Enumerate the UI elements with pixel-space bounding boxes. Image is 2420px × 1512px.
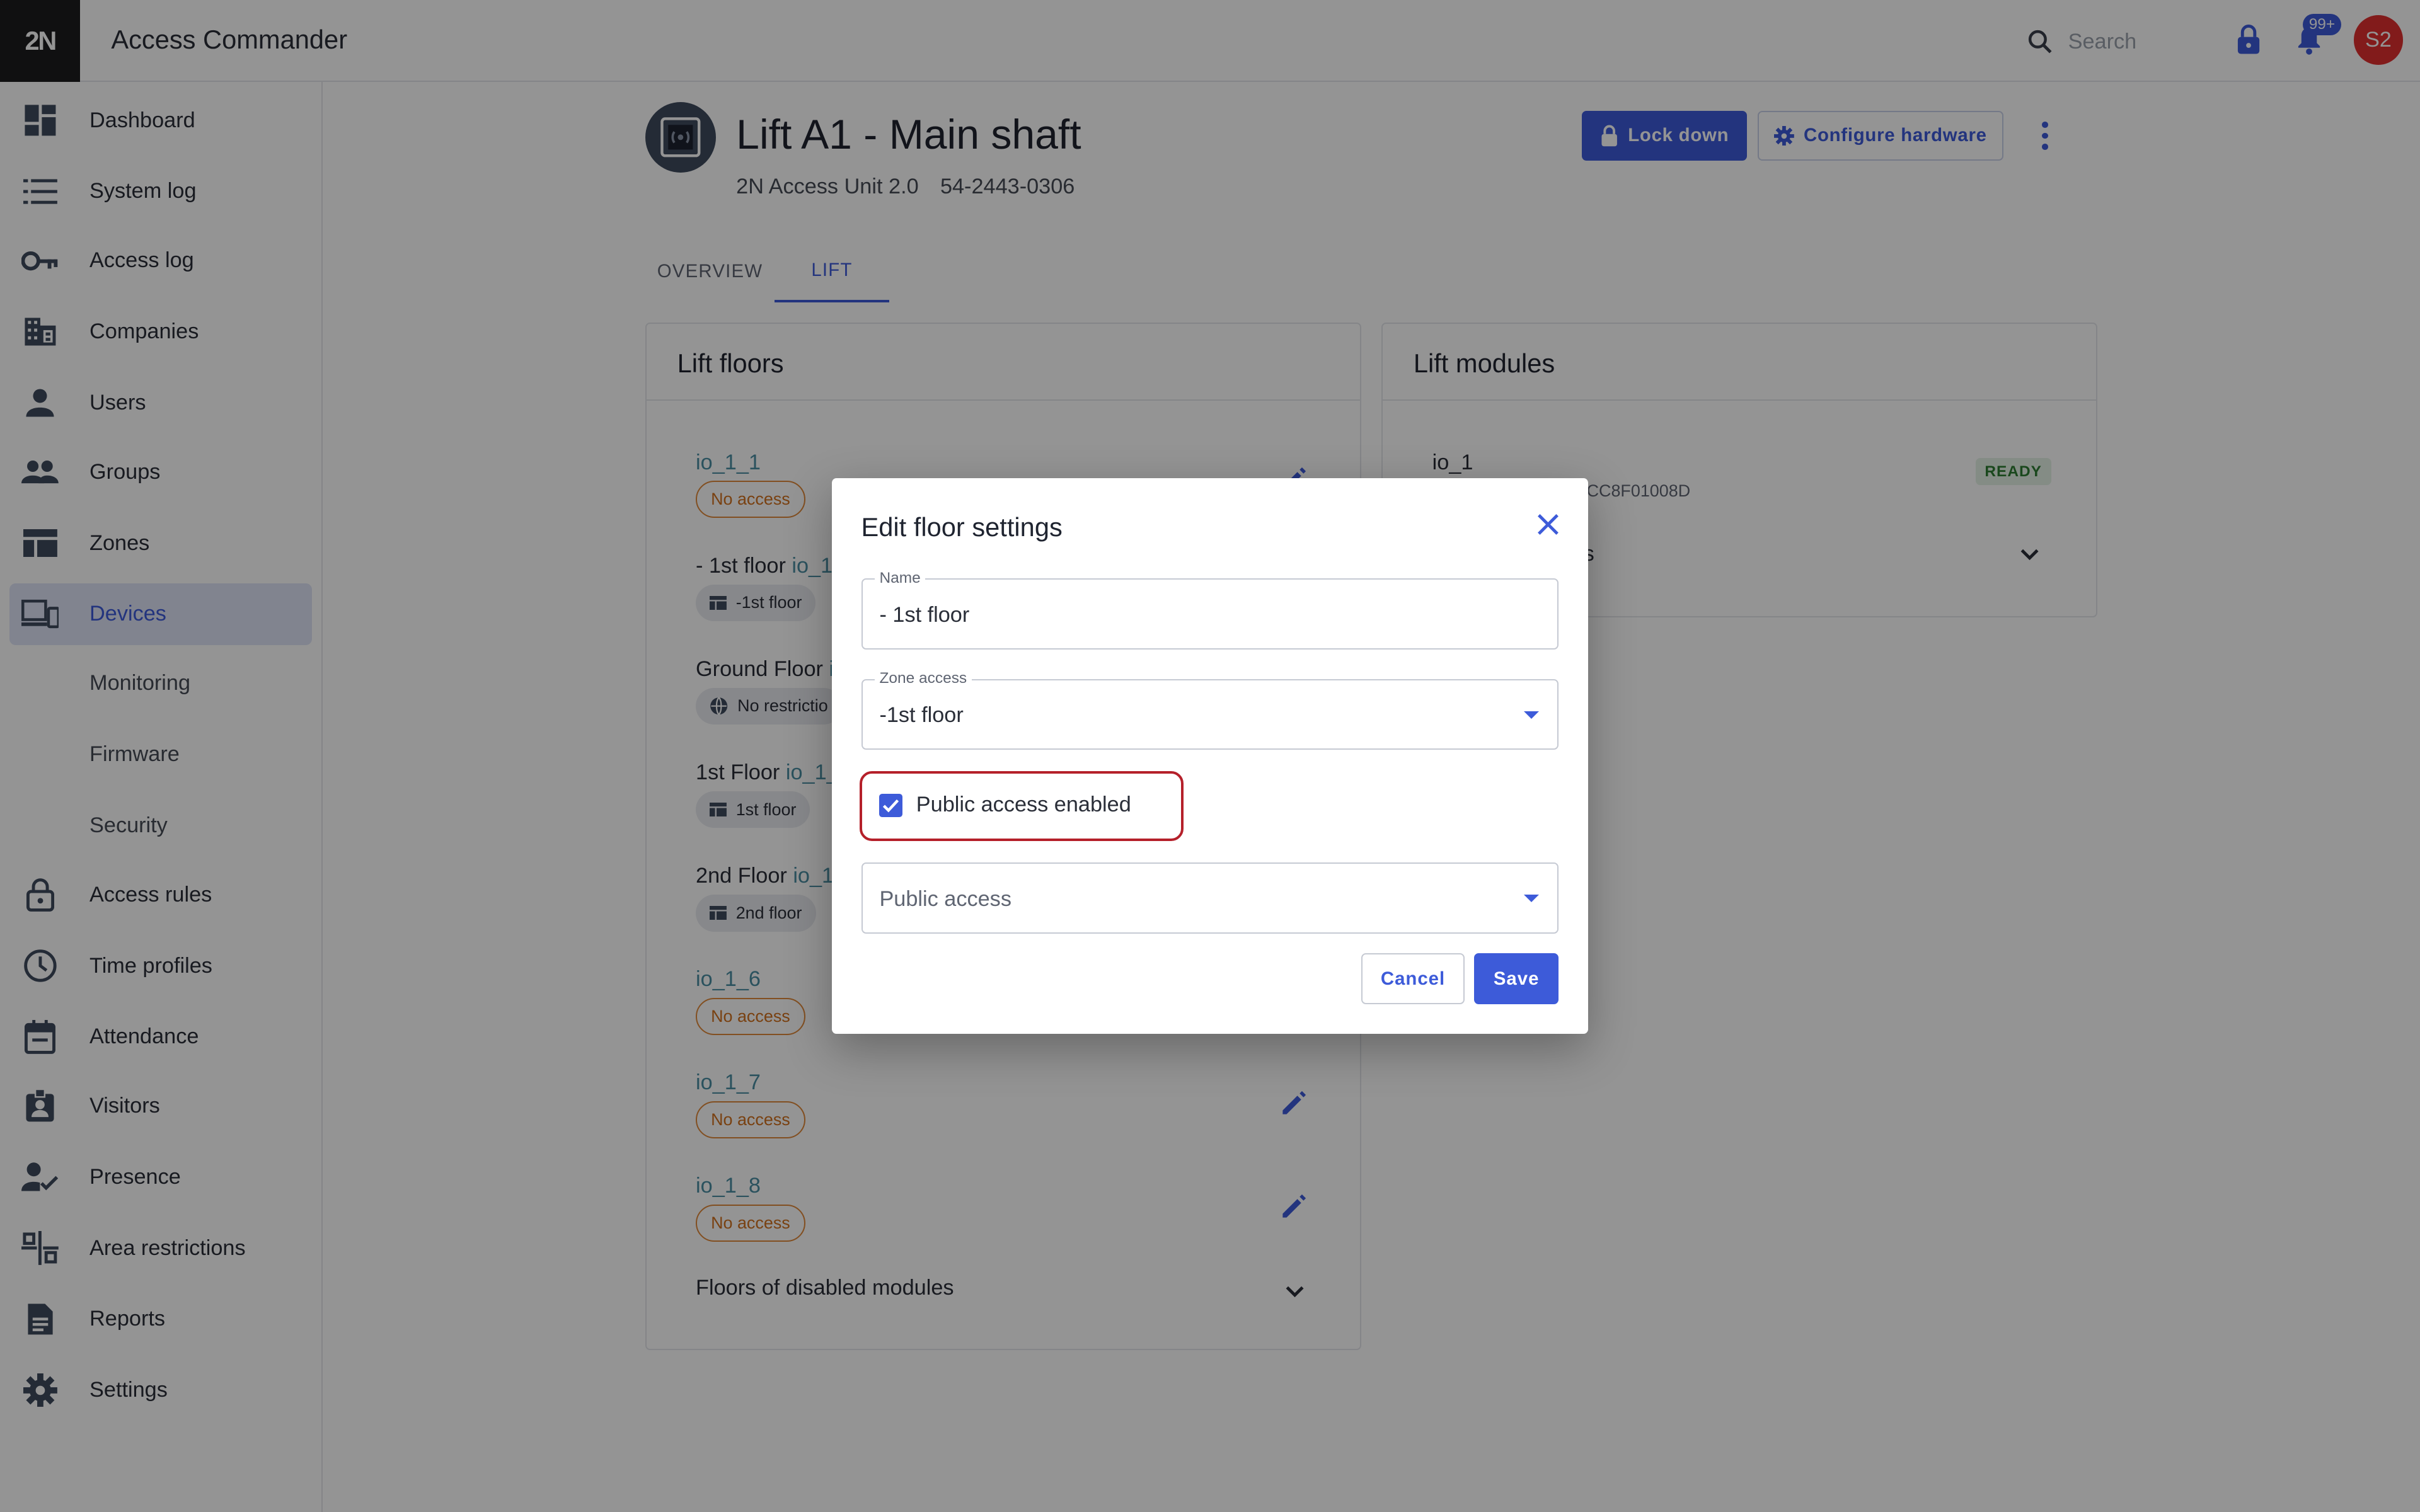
public-access-highlight: Public access enabled bbox=[860, 771, 1184, 841]
close-icon[interactable] bbox=[1533, 509, 1564, 540]
caret-down-icon bbox=[1524, 894, 1540, 902]
check-icon bbox=[882, 799, 899, 813]
public-access-checkbox[interactable] bbox=[879, 794, 902, 818]
app-root: 2N Access Commander Search 99+ S2 Dashbo… bbox=[0, 0, 2420, 1512]
name-field[interactable]: Name - 1st floor bbox=[861, 569, 1559, 650]
caret-down-icon bbox=[1524, 711, 1540, 719]
zone-access-select[interactable]: Zone access -1st floor bbox=[861, 669, 1559, 750]
zone-access-label: Zone access bbox=[875, 669, 972, 688]
public-access-checkbox-label[interactable]: Public access enabled bbox=[916, 793, 1131, 817]
save-button[interactable]: Save bbox=[1473, 953, 1559, 1005]
public-access-select[interactable]: Public access bbox=[861, 862, 1559, 934]
name-field-label: Name bbox=[875, 569, 926, 588]
cancel-button[interactable]: Cancel bbox=[1361, 953, 1465, 1005]
public-access-placeholder: Public access bbox=[879, 886, 1011, 911]
dialog-title: Edit floor settings bbox=[861, 512, 1063, 542]
zone-access-value: -1st floor bbox=[879, 703, 964, 728]
name-field-value: - 1st floor bbox=[879, 603, 970, 627]
edit-floor-dialog: Edit floor settings Name - 1st floor Zon… bbox=[832, 478, 1588, 1034]
